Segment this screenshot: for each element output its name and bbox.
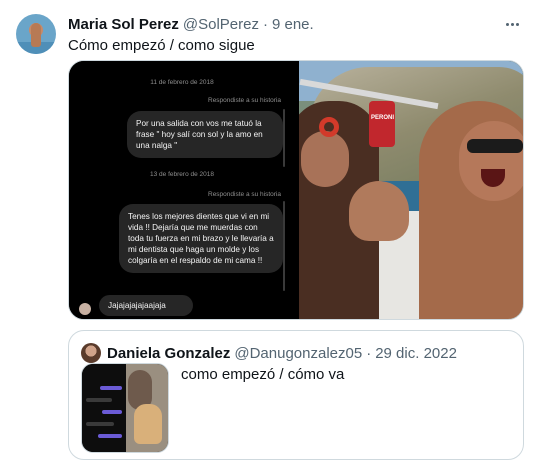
chat-reply-label-2: Respondiste a su historia	[208, 191, 281, 198]
beer-can: PERONI	[369, 101, 395, 147]
separator-dot: ·	[262, 15, 268, 33]
chat-bubble-shape	[86, 422, 114, 426]
quoted-author-name[interactable]: Daniela Gonzalez	[107, 345, 230, 362]
tweet-header: Maria Sol Perez @SolPerez · 9 ene.	[68, 14, 314, 34]
sunglasses	[467, 139, 523, 153]
quoted-text: como empezó / cómo va	[181, 366, 345, 383]
more-icon[interactable]	[502, 14, 522, 34]
chat-reply-label-1: Respondiste a su historia	[208, 97, 281, 104]
tweet[interactable]: Maria Sol Perez @SolPerez · 9 ene. Cómo …	[0, 0, 538, 466]
photo-woman-face	[301, 131, 349, 187]
quoted-tweet[interactable]: Daniela Gonzalez @Danugonzalez05 · 29 di…	[68, 330, 524, 460]
chat-message-1: Por una salida con vos me tatuó la frase…	[127, 111, 283, 158]
author-avatar[interactable]	[16, 14, 56, 54]
photo-man-head	[459, 121, 523, 201]
quoted-chat-image	[82, 364, 126, 452]
author-handle[interactable]: @SolPerez	[183, 16, 259, 33]
photo-hand	[349, 181, 409, 241]
quoted-date[interactable]: 29 dic. 2022	[375, 345, 457, 362]
quoted-header: Daniela Gonzalez @Danugonzalez05 · 29 di…	[107, 343, 457, 363]
chat-date-2: 13 de febrero de 2018	[150, 171, 214, 178]
reply-bar	[283, 201, 285, 291]
more-dot	[510, 22, 514, 26]
quoted-media-thumbnail[interactable]	[81, 363, 169, 453]
can-label: PERONI	[371, 115, 395, 121]
dog-image	[134, 404, 162, 444]
boat-photo-image[interactable]: PERONI	[299, 61, 523, 319]
chat-avatar	[79, 303, 91, 315]
chat-bubble-shape	[100, 386, 122, 390]
chat-bubble-shape	[98, 434, 122, 438]
reply-bar	[283, 109, 285, 167]
chat-date-1: 11 de febrero de 2018	[150, 79, 214, 86]
chat-message-3: Jajajajajajaajaja	[99, 295, 193, 316]
chat-bubble-shape	[86, 398, 112, 402]
tweet-media[interactable]: 11 de febrero de 2018 Respondiste a su h…	[68, 60, 524, 320]
tweet-text: Cómo empezó / como sigue	[68, 37, 255, 54]
avatar-figure	[31, 23, 41, 47]
tweet-date[interactable]: 9 ene.	[272, 16, 314, 33]
lifering-icon	[319, 117, 339, 137]
quoted-author-handle[interactable]: @Danugonzalez05	[234, 345, 362, 362]
more-dot	[515, 22, 519, 26]
chat-bubble-shape	[102, 410, 122, 414]
chat-screenshot-image[interactable]: 11 de febrero de 2018 Respondiste a su h…	[69, 61, 295, 319]
quoted-author-avatar[interactable]	[81, 343, 101, 363]
more-dot	[505, 22, 509, 26]
chat-message-2: Tenes los mejores dientes que vi en mi v…	[119, 204, 283, 273]
separator-dot: ·	[366, 344, 372, 362]
author-name[interactable]: Maria Sol Perez	[68, 16, 179, 33]
